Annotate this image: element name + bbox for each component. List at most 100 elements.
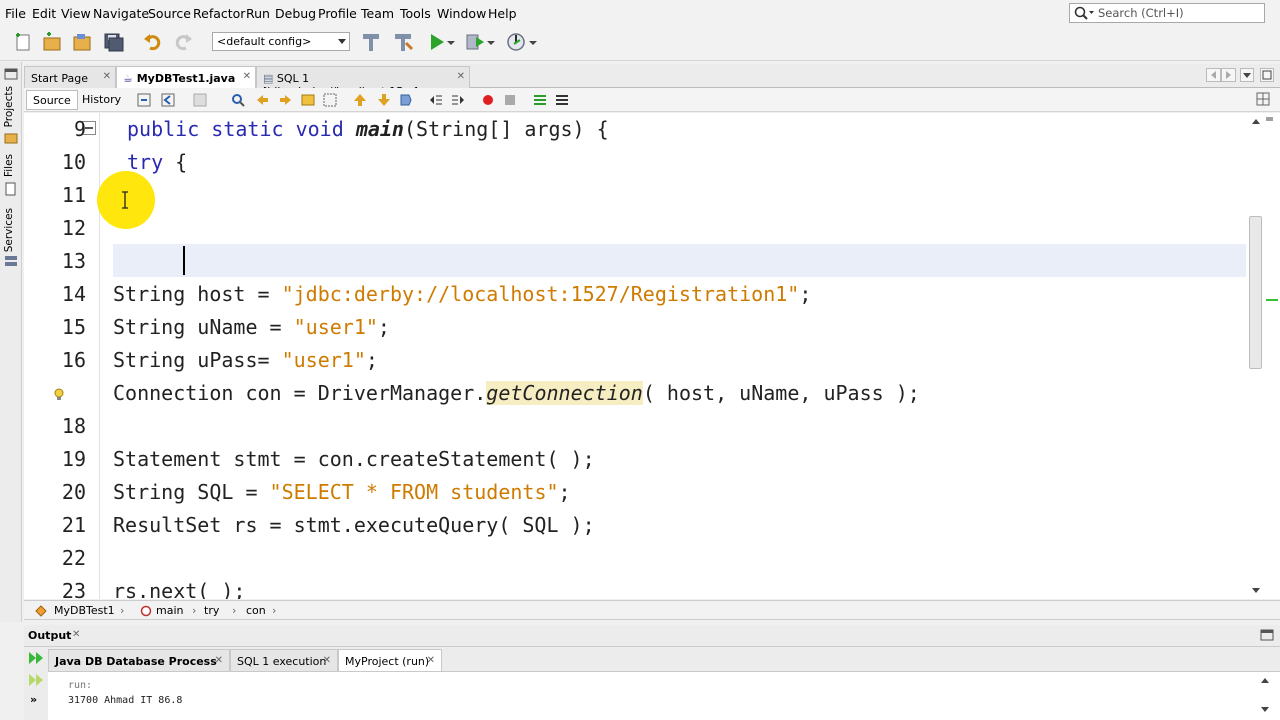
code-line: rs.next( ); (113, 579, 246, 599)
profile-dropdown-icon[interactable] (528, 31, 538, 53)
minimize-output-icon[interactable] (1260, 629, 1274, 641)
close-icon[interactable]: ✕ (215, 655, 223, 666)
tab-start-page[interactable]: Start Page ✕ (24, 66, 116, 88)
close-icon[interactable]: ✕ (457, 71, 465, 82)
rerun-with-parameters-icon[interactable] (27, 673, 45, 687)
clean-build-icon[interactable] (392, 31, 414, 53)
menu-refactor[interactable]: Refactor (193, 6, 245, 21)
save-all-icon[interactable] (102, 31, 124, 53)
text-caret (183, 246, 185, 275)
tab-java-db-process[interactable]: Java DB Database Process ✕ (48, 649, 230, 671)
menu-edit[interactable]: Edit (32, 6, 56, 21)
menu-debug[interactable]: Debug (275, 6, 316, 21)
tab-files[interactable]: Files (3, 154, 15, 177)
tab-sql-1-execution[interactable]: SQL 1 execution ✕ (230, 649, 338, 671)
code-editor[interactable]: 9 10 11 12 13 14 15 16 18 19 20 21 22 23… (24, 113, 1246, 599)
menu-file[interactable]: File (5, 6, 26, 21)
source-button[interactable]: Source (26, 90, 78, 110)
find-icon[interactable] (230, 92, 246, 108)
tab-mydbtest1[interactable]: ☕ MyDBTest1.java ✕ (116, 66, 256, 88)
tab-projects[interactable]: Projects (3, 86, 15, 127)
code-line: ResultSet rs = stmt.executeQuery( SQL ); (113, 513, 595, 537)
run-icon[interactable] (426, 31, 448, 53)
java-file-icon: ☕ (123, 72, 133, 85)
menu-team[interactable]: Team (361, 6, 394, 21)
back-icon[interactable] (160, 92, 176, 108)
tab-myproject-run[interactable]: MyProject (run) ✕ (338, 649, 442, 671)
breadcrumb-class[interactable]: MyDBTest1 (54, 604, 115, 617)
last-edit-icon[interactable] (136, 92, 152, 108)
output-console[interactable]: run: 31700 Ahmad IT 86.8 (48, 671, 1280, 720)
tab-list-icon[interactable] (1240, 68, 1254, 82)
open-project-icon[interactable] (71, 31, 93, 53)
breadcrumb-method[interactable]: main (156, 604, 183, 617)
close-icon[interactable]: ✕ (72, 629, 80, 640)
forward-icon[interactable] (192, 92, 208, 108)
uncomment-icon[interactable] (554, 92, 570, 108)
start-macro-icon[interactable] (480, 92, 496, 108)
breadcrumb-separator: › (272, 604, 277, 617)
more-actions-icon[interactable]: » (30, 693, 37, 706)
tab-sql-1[interactable]: ▤ SQL 1 [jdbc:derby://localhost:15...] ✕ (256, 66, 470, 98)
breadcrumb-variable[interactable]: con (246, 604, 266, 617)
undo-icon[interactable] (142, 31, 164, 53)
menu-profile[interactable]: Profile (318, 6, 357, 21)
breadcrumb-try[interactable]: try (204, 604, 219, 617)
output-tabs: Java DB Database Process ✕ SQL 1 executi… (24, 647, 1280, 671)
shift-right-icon[interactable] (450, 92, 466, 108)
close-icon[interactable]: ✕ (103, 71, 111, 82)
menu-run[interactable]: Run (246, 6, 270, 21)
close-icon[interactable]: ✕ (323, 655, 331, 666)
history-button[interactable]: History (76, 90, 127, 110)
code-line: public static void main(String[] args) { (127, 117, 609, 141)
debug-dropdown-icon[interactable] (486, 31, 496, 53)
find-next-icon[interactable] (278, 92, 294, 108)
run-dropdown-icon[interactable] (446, 31, 456, 53)
profile-icon[interactable] (505, 31, 527, 53)
menu-help[interactable]: Help (488, 6, 517, 21)
find-previous-icon[interactable] (254, 92, 270, 108)
scroll-up-icon[interactable] (1251, 117, 1261, 125)
search-input[interactable]: Search (Ctrl+I) (1069, 3, 1265, 23)
previous-bookmark-icon[interactable] (352, 92, 368, 108)
code-line: Connection con = DriverManager.getConnec… (113, 381, 920, 405)
minimize-panel-icon[interactable] (4, 68, 18, 80)
line-number: 15 (61, 315, 86, 339)
scroll-up-icon[interactable] (1260, 676, 1270, 684)
debug-icon[interactable] (464, 31, 486, 53)
menu-tools[interactable]: Tools (400, 6, 431, 21)
toggle-bookmark-icon[interactable] (398, 92, 414, 108)
sql-file-icon: ▤ (263, 72, 274, 85)
toggle-highlight-icon[interactable] (300, 92, 316, 108)
scroll-thumb[interactable] (1249, 216, 1262, 369)
line-number: 12 (61, 216, 86, 240)
new-file-icon[interactable] (12, 31, 34, 53)
hint-bulb-icon[interactable] (52, 387, 66, 403)
redo-icon[interactable] (172, 31, 194, 53)
rerun-icon[interactable] (27, 651, 45, 665)
shift-left-icon[interactable] (428, 92, 444, 108)
error-stripe-mark (1266, 117, 1273, 121)
next-bookmark-icon[interactable] (376, 92, 392, 108)
source-toolbar: Source History (24, 88, 1280, 112)
menu-navigate[interactable]: Navigate (93, 6, 149, 21)
maximize-icon[interactable] (1260, 68, 1274, 82)
tab-scroll-arrows-icon[interactable] (1206, 68, 1236, 82)
menu-view[interactable]: View (61, 6, 91, 21)
menu-source[interactable]: Source (148, 6, 191, 21)
comment-icon[interactable] (532, 92, 548, 108)
menu-window[interactable]: Window (437, 6, 486, 21)
stop-macro-icon[interactable] (502, 92, 518, 108)
tab-services[interactable]: Services (3, 208, 15, 252)
build-hammer-icon[interactable] (360, 31, 382, 53)
close-icon[interactable]: ✕ (427, 655, 435, 666)
scroll-down-icon[interactable] (1260, 706, 1270, 714)
tab-label: SQL 1 execution (237, 655, 327, 668)
new-project-icon[interactable] (41, 31, 63, 53)
breadcrumb: MyDBTest1 › main › try › con › (24, 600, 1280, 620)
config-select[interactable]: <default config> (212, 32, 350, 51)
toggle-selection-icon[interactable] (322, 92, 338, 108)
split-editor-icon[interactable] (1256, 92, 1272, 108)
close-icon[interactable]: ✕ (243, 71, 251, 82)
scroll-down-icon[interactable] (1251, 587, 1261, 595)
